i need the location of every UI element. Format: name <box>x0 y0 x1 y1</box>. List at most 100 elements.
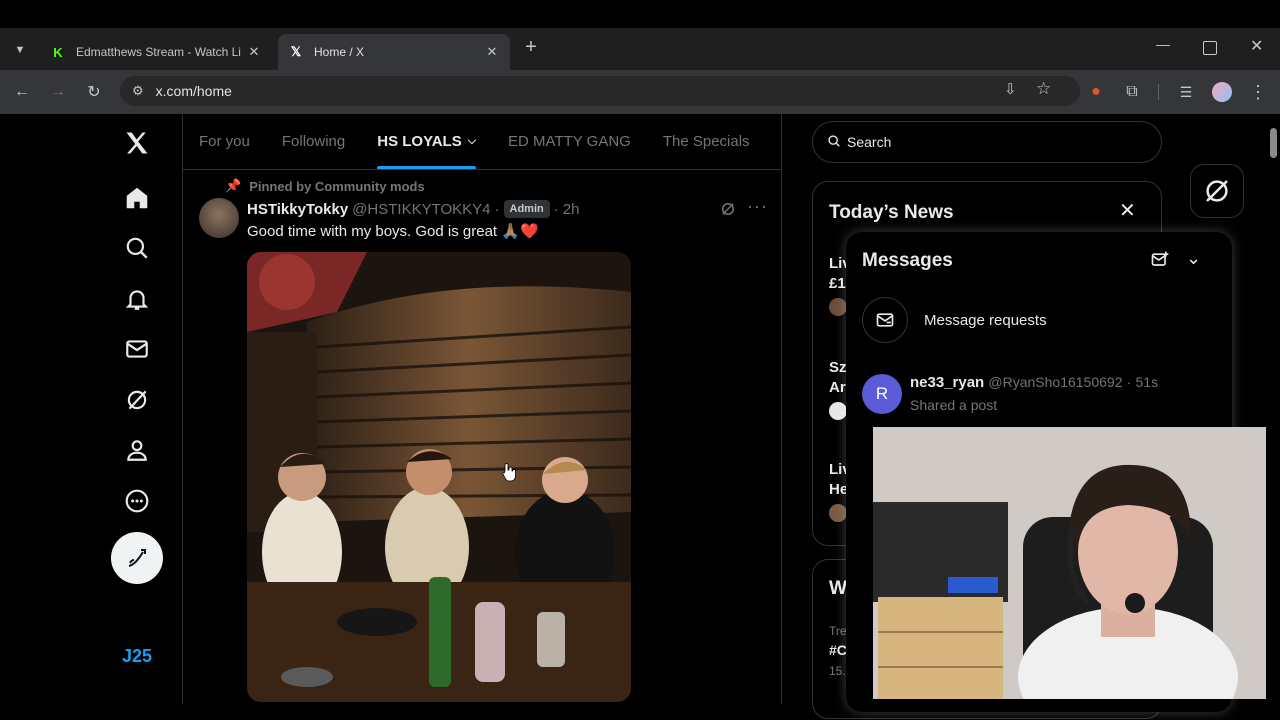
news-avatar <box>829 298 847 316</box>
left-navigation: J25 <box>110 114 164 714</box>
scrollbar-thumb[interactable] <box>1270 128 1277 158</box>
forward-icon[interactable]: → <box>46 80 70 104</box>
toolbar-divider <box>1158 84 1159 100</box>
news-item[interactable]: Sz Ar <box>829 358 847 420</box>
conversation-row[interactable]: R ne33_ryan @RyanSho16150692 · 51s Share… <box>862 368 1216 424</box>
tab-overflow[interactable]: I <box>766 114 781 169</box>
tab-title: Home / X <box>314 45 365 59</box>
grok-button[interactable] <box>1190 164 1244 218</box>
search-placeholder: Search <box>847 134 892 150</box>
pin-icon: 📌 <box>225 178 242 193</box>
bookmark-star-icon[interactable]: ☆ <box>1036 79 1051 99</box>
conversation-handle: @RyanSho16150692 <box>988 374 1123 390</box>
news-avatar <box>829 504 847 522</box>
tab-title: Edmatthews Stream - Watch Li <box>76 45 241 59</box>
browser-tab-kick[interactable]: K Edmatthews Stream - Watch Li ✕ <box>40 34 272 70</box>
whats-title: W <box>829 578 847 599</box>
x-logo-icon[interactable] <box>110 123 164 163</box>
admin-badge: Admin <box>503 200 550 218</box>
display-name[interactable]: HSTikkyTokky <box>247 201 348 218</box>
media-control-icon[interactable]: ☰ <box>1174 80 1198 104</box>
close-tab-icon[interactable]: ✕ <box>246 44 262 60</box>
search-input[interactable]: Search <box>812 121 1162 163</box>
news-line: Sz <box>829 359 847 376</box>
extensions-puzzle-icon[interactable]: ⧉ <box>1120 80 1144 104</box>
extension-fox-icon[interactable]: ● <box>1084 80 1108 104</box>
community-tabs: For you Following HS LOYALS ⌵ ED MATTY GA… <box>183 114 781 170</box>
footer-badge: J25 <box>121 646 153 666</box>
kick-icon: K <box>53 44 63 60</box>
conversation-header: ne33_ryan @RyanSho16150692 · 51s <box>910 374 1158 391</box>
conversation-name: ne33_ryan <box>910 374 985 391</box>
browser-top-strip <box>0 0 1280 28</box>
chevron-down-icon: ⌵ <box>467 135 477 147</box>
avatar[interactable] <box>199 198 239 238</box>
news-line: Ar <box>829 379 846 396</box>
pinned-row: 📌 Pinned by Community mods <box>225 178 425 194</box>
back-icon[interactable]: ← <box>10 80 34 104</box>
separator-dot: · <box>1126 374 1132 390</box>
news-avatar <box>829 402 847 420</box>
post-button[interactable] <box>111 532 163 584</box>
trend-count: 15. <box>829 664 846 678</box>
webcam-overlay <box>873 427 1280 699</box>
handle[interactable]: @HSTIKKYTOKKY4 <box>352 201 490 218</box>
tab-ed-matty-gang[interactable]: ED MATTY GANG <box>492 114 647 169</box>
address-bar[interactable]: ⚙ x.com/home ⇩ ☆ <box>120 76 1080 106</box>
separator-dot: · <box>553 200 559 218</box>
news-title: Today’s News <box>829 202 954 223</box>
grok-icon <box>1206 180 1228 202</box>
home-icon[interactable] <box>110 178 164 218</box>
x-logo-icon: 𝕏 <box>290 44 302 59</box>
grok-explain-icon[interactable] <box>719 200 737 223</box>
trend-label: Tre <box>829 624 847 638</box>
reload-icon[interactable]: ↻ <box>82 80 106 104</box>
tab-following[interactable]: Following <box>266 114 361 169</box>
url-text: x.com/home <box>155 83 232 99</box>
avatar: R <box>862 374 902 414</box>
tweet-photo[interactable] <box>247 252 631 702</box>
more-icon[interactable] <box>110 481 164 521</box>
tab-hs-loyals[interactable]: HS LOYALS ⌵ <box>361 114 492 169</box>
message-requests-icon <box>862 297 908 343</box>
close-tab-icon[interactable]: ✕ <box>484 44 500 60</box>
browser-toolbar: ← → ↻ ⚙ x.com/home ⇩ ☆ ● ⧉ ☰ ⋮ <box>0 70 1280 114</box>
grok-icon[interactable] <box>110 380 164 420</box>
new-tab-icon[interactable]: + <box>520 36 542 62</box>
close-icon[interactable]: ✕ <box>1119 198 1136 223</box>
tab-search-dropdown-icon[interactable]: ▼ <box>8 38 32 62</box>
site-settings-icon[interactable]: ⚙ <box>132 83 144 99</box>
install-app-icon[interactable]: ⇩ <box>1004 80 1017 98</box>
page-scrollbar[interactable] <box>1266 114 1280 720</box>
x-page: J25 For you Following HS LOYALS ⌵ ED MATT… <box>0 114 1280 720</box>
tab-label: HS LOYALS <box>377 133 462 150</box>
tweet-text: Good time with my boys. God is great 🙏🏽❤… <box>247 223 539 240</box>
messages-icon[interactable] <box>110 329 164 369</box>
minimize-icon[interactable]: — <box>1156 36 1170 52</box>
profile-avatar-icon[interactable] <box>1210 80 1234 104</box>
search-icon[interactable] <box>110 228 164 268</box>
mouse-cursor-icon <box>502 462 516 482</box>
tab-the-specials[interactable]: The Specials <box>647 114 766 169</box>
post-icon <box>128 549 146 567</box>
collapse-icon[interactable]: ⌄ <box>1186 248 1201 269</box>
trend-name[interactable]: #C <box>829 642 847 658</box>
conversation-preview: Shared a post <box>910 397 998 413</box>
message-requests-row[interactable]: Message requests <box>862 296 1216 344</box>
browser-tab-x[interactable]: 𝕏 Home / X ✕ <box>278 34 510 70</box>
profile-icon[interactable] <box>110 430 164 470</box>
notifications-icon[interactable] <box>110 279 164 319</box>
messages-title: Messages <box>862 250 953 271</box>
conversation-time: 51s <box>1135 374 1159 390</box>
new-message-icon[interactable] <box>1150 250 1170 275</box>
restore-icon[interactable] <box>1203 41 1217 55</box>
tab-for-you[interactable]: For you <box>183 114 266 169</box>
more-options-icon[interactable]: ··· <box>747 196 768 217</box>
search-icon <box>827 134 841 151</box>
tweet-time[interactable]: 2h <box>563 201 580 218</box>
separator-dot: · <box>494 200 500 218</box>
window-close-icon[interactable]: ✕ <box>1250 36 1263 56</box>
pinned-tweet[interactable]: 📌 Pinned by Community mods HSTikkyTokky … <box>183 170 781 710</box>
browser-tab-bar: ▼ K Edmatthews Stream - Watch Li ✕ 𝕏 Hom… <box>0 28 1280 70</box>
chrome-menu-icon[interactable]: ⋮ <box>1246 80 1270 104</box>
